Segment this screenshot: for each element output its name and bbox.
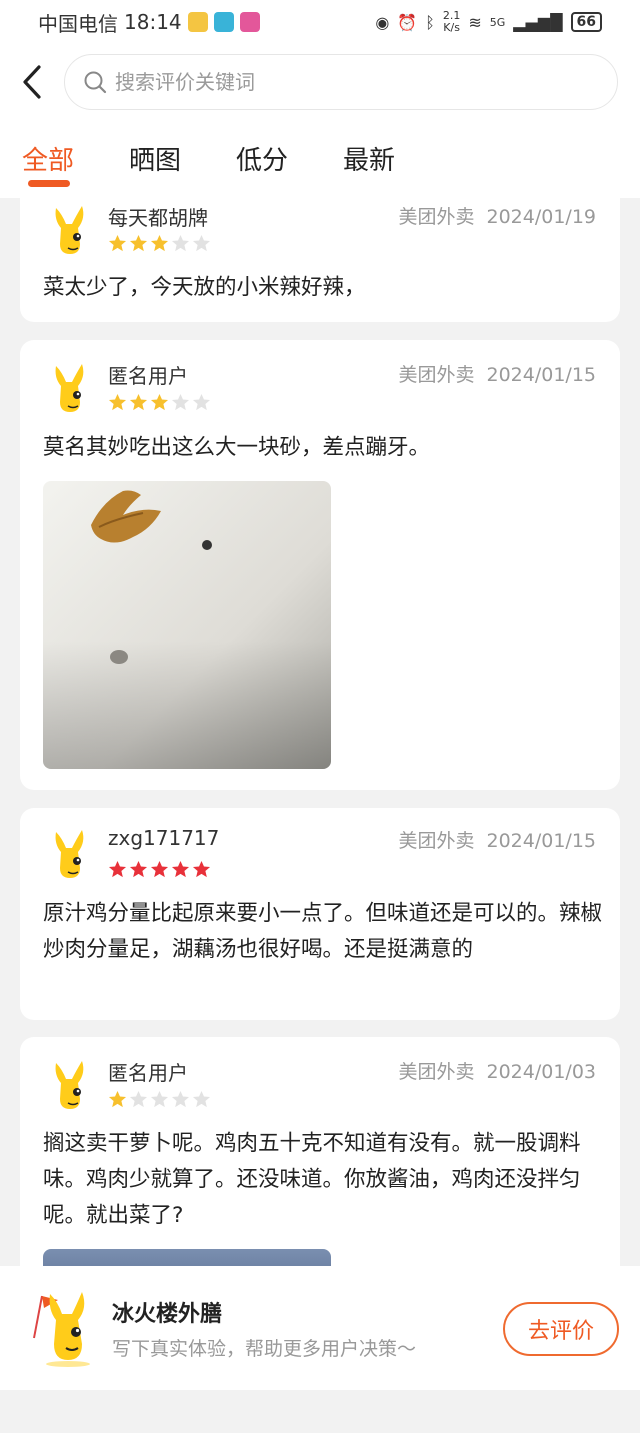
review-meta: 美团外卖 2024/01/03 <box>398 1057 596 1084</box>
star-empty-icon <box>129 1090 148 1108</box>
star-empty-icon <box>192 393 211 411</box>
kangaroo-avatar-icon <box>55 206 84 254</box>
reader-app-icon <box>213 12 234 32</box>
review-text: 菜太少了，今天放的小米辣好辣， <box>43 275 366 300</box>
search-bar[interactable] <box>64 54 618 110</box>
shop-name: 冰火楼外膳 <box>112 1302 223 1327</box>
star-filled-icon <box>150 860 169 878</box>
star-filled-icon <box>108 234 127 252</box>
review-text: 原汁鸡分量比起原来要小一点了。但味道还是可以的。辣椒炒肉分量足，湖藕汤也很好喝。… <box>43 901 603 962</box>
kangaroo-avatar-icon <box>55 830 84 878</box>
star-filled-icon <box>171 860 190 878</box>
eye-icon: ◉ <box>375 12 390 32</box>
star-empty-icon <box>192 1090 211 1108</box>
star-filled-icon <box>150 234 169 252</box>
footer-bar: 冰火楼外膳 写下真实体验，帮助更多用户决策～ 去评价 <box>0 1266 640 1390</box>
review-card: zxg171717 美团外卖 2024/01/15 原汁鸡分量比起原来要小一点了。… <box>20 808 620 1020</box>
alarm-icon: ⏰ <box>397 12 418 32</box>
review-meta: 美团外卖 2024/01/15 <box>398 360 596 387</box>
review-photo[interactable] <box>43 481 331 769</box>
review-source: 美团外卖 <box>398 1061 475 1083</box>
star-empty-icon <box>171 1090 190 1108</box>
tab-latest[interactable]: 最新 <box>343 120 395 198</box>
back-button[interactable] <box>0 44 64 120</box>
weibo-app-icon <box>187 12 208 32</box>
review-text: 搁这卖干萝卜呢。鸡肉五十克不知道有没有。就一股调料味。鸡肉少就算了。还没味道。你… <box>43 1131 581 1228</box>
reviewer-name: 匿名用户 <box>108 1061 188 1085</box>
star-empty-icon <box>171 393 190 411</box>
star-filled-icon <box>192 860 211 878</box>
star-empty-icon <box>171 234 190 252</box>
review-card: 匿名用户 美团外卖 2024/01/15 莫名其妙吃出这么大一块砂，差点蹦牙。 <box>20 340 620 790</box>
search-icon <box>84 71 107 94</box>
star-filled-icon <box>108 1090 127 1108</box>
review-text: 莫名其妙吃出这么大一块砂，差点蹦牙。 <box>43 435 431 460</box>
review-photo-image <box>43 481 331 769</box>
signal-label: 5G <box>489 15 506 29</box>
review-date: 2024/01/15 <box>486 364 596 386</box>
carrier-label: 中国电信 <box>38 11 118 36</box>
search-header <box>0 44 640 120</box>
review-source: 美团外卖 <box>398 830 475 852</box>
star-empty-icon <box>192 234 211 252</box>
bluetooth-icon: ᛒ <box>425 12 435 32</box>
filter-tabs: 全部 晒图 低分 最新 <box>0 120 640 198</box>
reviewer-name: 每天都胡牌 <box>108 206 208 230</box>
star-rating <box>108 1090 211 1109</box>
review-prompt: 写下真实体验，帮助更多用户决策～ <box>112 1338 417 1360</box>
kangaroo-avatar-icon <box>55 1061 84 1109</box>
write-review-button[interactable]: 去评价 <box>503 1302 619 1356</box>
mascot-with-flag-icon <box>33 1292 90 1367</box>
review-source: 美团外卖 <box>398 364 475 386</box>
net-speed-unit: K/s <box>443 21 460 34</box>
star-rating <box>108 860 211 879</box>
signal-bars-icon: ▂▄▆█ <box>513 12 563 32</box>
tab-all[interactable]: 全部 <box>22 120 74 198</box>
review-source: 美团外卖 <box>398 206 475 228</box>
star-rating <box>108 393 211 412</box>
star-rating <box>108 234 211 253</box>
video-app-icon <box>239 12 260 32</box>
review-card: 每天都胡牌 美团外卖 2024/01/19 菜太少了，今天放的小米辣好辣， <box>20 198 620 322</box>
gesture-area <box>0 1390 640 1433</box>
star-filled-icon <box>129 860 148 878</box>
review-meta: 美团外卖 2024/01/19 <box>398 202 596 229</box>
reviewer-name: 匿名用户 <box>108 364 188 388</box>
star-filled-icon <box>108 860 127 878</box>
review-date: 2024/01/19 <box>486 206 596 228</box>
reviewer-name: zxg171717 <box>108 826 220 850</box>
back-arrow-icon <box>23 65 41 99</box>
status-bar: 中国电信 18:14 ◉ ⏰ ᛒ 2.1 K/s ≋ 5G ▂▄▆█ 66 <box>0 0 640 44</box>
star-empty-icon <box>150 1090 169 1108</box>
net-speed: 2.1 K/s <box>443 10 461 34</box>
review-meta: 美团外卖 2024/01/15 <box>398 826 596 853</box>
review-date: 2024/01/15 <box>486 830 596 852</box>
star-filled-icon <box>129 234 148 252</box>
tab-photos[interactable]: 晒图 <box>129 120 181 198</box>
tab-low-rating[interactable]: 低分 <box>236 120 288 198</box>
wifi-icon: ≋ <box>468 12 482 32</box>
battery-indicator: 66 <box>570 12 602 32</box>
clock: 18:14 <box>124 10 182 34</box>
star-filled-icon <box>129 393 148 411</box>
review-date: 2024/01/03 <box>486 1061 596 1083</box>
star-filled-icon <box>108 393 127 411</box>
search-input[interactable] <box>115 70 595 94</box>
star-filled-icon <box>150 393 169 411</box>
review-card: 匿名用户 美团外卖 2024/01/03 搁这卖干萝卜呢。鸡肉五十克不知道有没有。… <box>20 1037 620 1297</box>
kangaroo-avatar-icon <box>55 364 84 412</box>
